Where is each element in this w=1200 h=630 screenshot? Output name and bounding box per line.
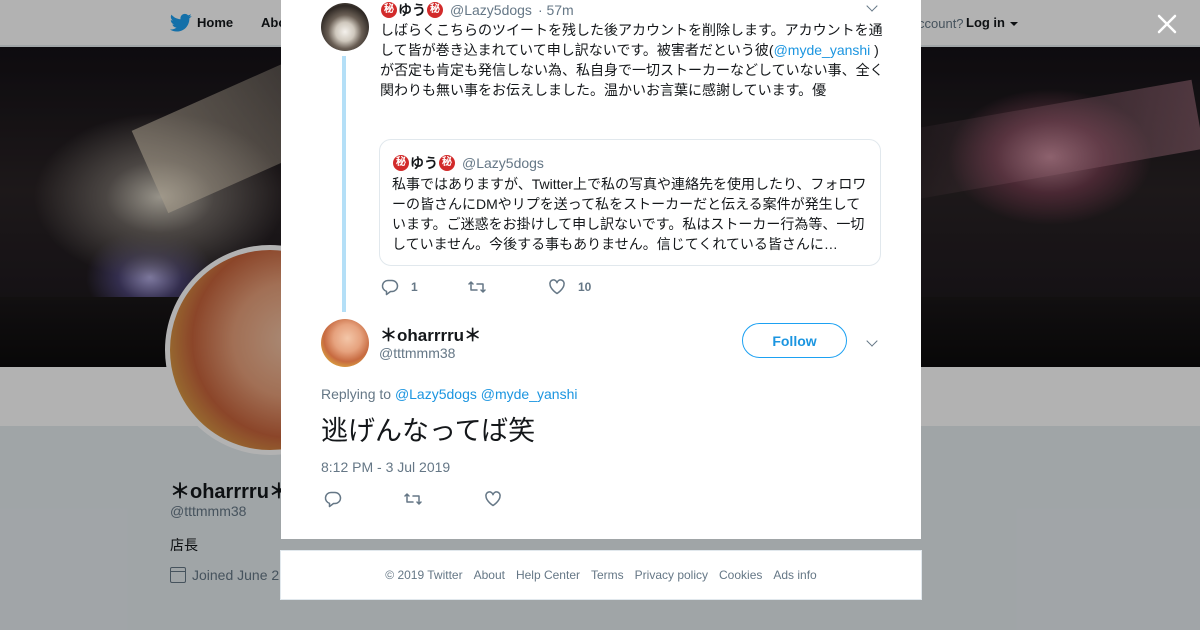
like-button[interactable]: 10 (548, 278, 591, 296)
reply-count: 1 (411, 280, 418, 294)
main-tweet-text: 逃げんなってば笑 (321, 416, 536, 447)
footer-link-about[interactable]: About (474, 568, 505, 582)
parent-tweet-author-name[interactable]: ゆう (398, 0, 426, 20)
chevron-down-icon[interactable] (866, 335, 878, 347)
footer-copyright: © 2019 Twitter (385, 568, 463, 582)
secret-emoji-icon: 秘 (427, 2, 443, 18)
secret-emoji-icon: 秘 (439, 155, 455, 171)
heart-icon (549, 279, 565, 295)
chevron-down-icon[interactable] (866, 0, 878, 12)
follow-button[interactable]: Follow (742, 323, 847, 358)
quoted-tweet-header: 秘 ゆう 秘 @Lazy5dogs (392, 153, 544, 173)
secret-emoji-icon: 秘 (393, 155, 409, 171)
parent-tweet-text: しばらくこちらのツイートを残した後アカウントを削除します。アカウントを通して皆が… (380, 20, 885, 100)
reply-icon (381, 279, 399, 296)
tweet-permalink-modal: 秘 ゆう 秘 @Lazy5dogs · 57m しばらくこちらのツイートを残した… (281, 0, 921, 539)
main-tweet-author-name[interactable]: ＊oharrrru＊ (380, 321, 481, 346)
footer-link-terms[interactable]: Terms (591, 568, 624, 582)
parent-tweet-timestamp[interactable]: · 57m (538, 2, 574, 18)
mention-link[interactable]: @myde_yanshi (481, 386, 578, 402)
quoted-tweet-author-handle: @Lazy5dogs (462, 155, 544, 171)
main-tweet-timestamp[interactable]: 8:12 PM - 3 Jul 2019 (321, 459, 450, 475)
mention-link[interactable]: @myde_yanshi (774, 42, 871, 58)
main-tweet-author-handle[interactable]: @tttmmm38 (379, 345, 455, 361)
footer-link-ads-info[interactable]: Ads info (773, 568, 816, 582)
retweet-button[interactable] (468, 278, 548, 296)
quoted-tweet-card[interactable]: 秘 ゆう 秘 @Lazy5dogs 私事ではありますが、Twitter上で私の写… (379, 139, 881, 266)
main-tweet-avatar[interactable] (321, 319, 369, 367)
parent-tweet-actions: 1 10 (381, 278, 591, 296)
like-count: 10 (578, 280, 592, 294)
retweet-icon[interactable] (404, 490, 422, 508)
reply-button[interactable]: 1 (381, 278, 468, 296)
reply-icon[interactable] (324, 490, 342, 508)
footer-link-help-center[interactable]: Help Center (516, 568, 580, 582)
mention-link[interactable]: @Lazy5dogs (395, 386, 477, 402)
replying-to-label: Replying to (321, 386, 392, 402)
footer-links: © 2019 Twitter About Help Center Terms P… (280, 550, 922, 600)
parent-tweet-author-handle[interactable]: @Lazy5dogs (450, 2, 532, 18)
quoted-tweet-author-name: ゆう (410, 155, 438, 171)
close-icon[interactable] (1153, 10, 1181, 38)
conversation-thread-line (342, 56, 346, 312)
secret-emoji-icon: 秘 (381, 2, 397, 18)
parent-tweet-header: 秘 ゆう 秘 @Lazy5dogs · 57m (380, 0, 574, 20)
quoted-tweet-text: 私事ではありますが、Twitter上で私の写真や連絡先を使用したり、フォロワーの… (392, 176, 867, 252)
retweet-icon (468, 281, 486, 293)
footer-link-cookies[interactable]: Cookies (719, 568, 762, 582)
parent-tweet-avatar[interactable] (321, 3, 369, 51)
footer-link-privacy-policy[interactable]: Privacy policy (635, 568, 708, 582)
replying-to-line: Replying to @Lazy5dogs @myde_yanshi (321, 386, 577, 402)
main-tweet-actions (324, 490, 502, 508)
heart-icon[interactable] (484, 490, 502, 508)
